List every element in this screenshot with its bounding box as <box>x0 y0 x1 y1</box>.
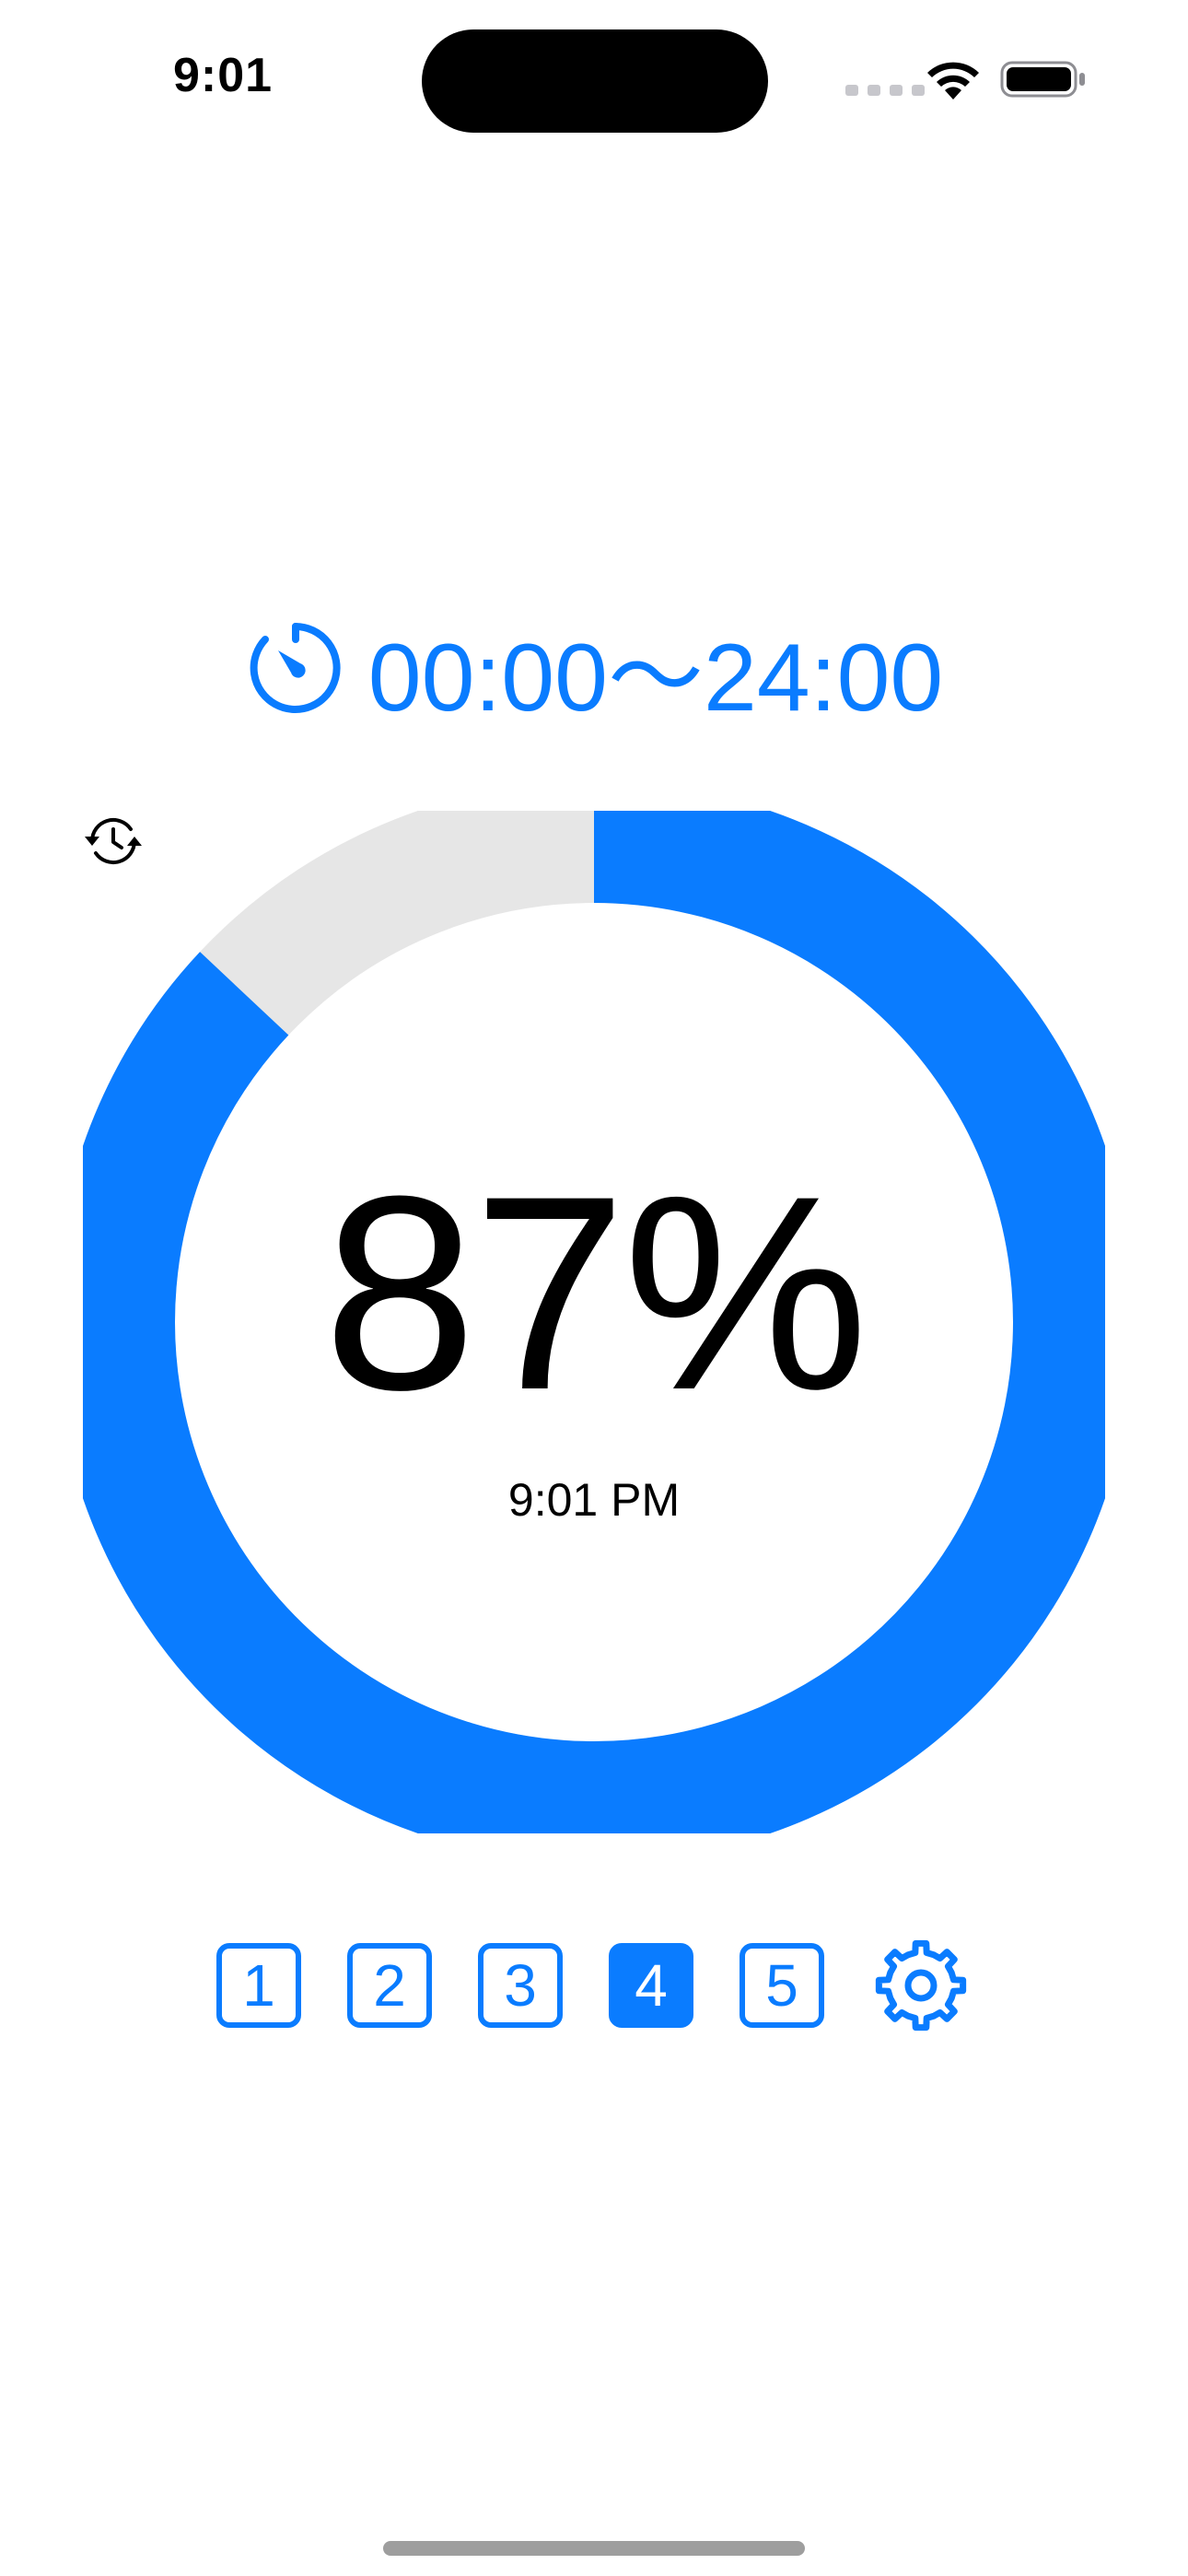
status-bar: 9:01 <box>0 0 1188 157</box>
settings-button[interactable] <box>870 1935 972 2036</box>
page-button-2[interactable]: 2 <box>347 1943 432 2028</box>
page-selector: 1 2 3 4 5 <box>0 1935 1188 2036</box>
wifi-icon <box>927 62 979 100</box>
status-time: 9:01 <box>173 49 274 102</box>
last-updated-time: 9:01 PM <box>507 1474 681 1526</box>
time-range-header: 00:00～24:00 <box>0 608 1188 732</box>
dynamic-island <box>422 29 768 133</box>
last-updated: 9:01 PM <box>85 817 681 1527</box>
home-indicator[interactable] <box>383 2541 805 2556</box>
page-button-3[interactable]: 3 <box>478 1943 563 2028</box>
battery-icon <box>1000 61 1085 98</box>
gear-icon <box>875 1939 967 2032</box>
gear-outline <box>875 1939 967 2032</box>
percent-value: 87% <box>322 1138 868 1447</box>
page-button-1[interactable]: 1 <box>216 1943 301 2028</box>
page-button-4[interactable]: 4 <box>609 1943 693 2028</box>
history-icon <box>85 817 142 865</box>
gauge-center: 87% 9:01 PM <box>83 811 1105 1833</box>
progress-ring: 87% 9:01 PM <box>83 811 1105 1833</box>
timer-icon <box>250 623 341 713</box>
page-button-5[interactable]: 5 <box>740 1943 824 2028</box>
cellular-signal-icon <box>845 85 925 96</box>
time-range-text: 00:00～24:00 <box>367 624 944 732</box>
